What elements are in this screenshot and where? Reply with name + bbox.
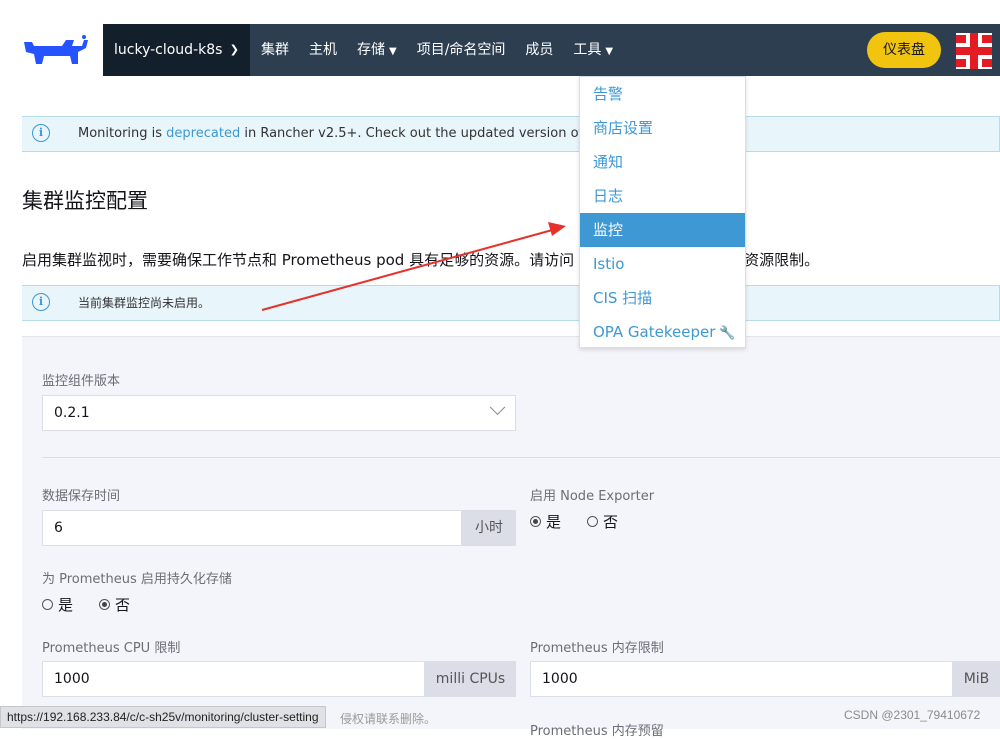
cpu-limit-label: Prometheus CPU 限制 xyxy=(42,641,181,656)
radio-dot xyxy=(587,516,599,527)
menu-item-monitoring[interactable]: 监控 xyxy=(580,213,745,247)
menu-item-logging[interactable]: 日志 xyxy=(580,179,745,213)
radio-dot xyxy=(99,599,111,610)
nav-item-storage[interactable]: 存储 ▼ xyxy=(347,24,407,76)
node-exporter-label: 启用 Node Exporter xyxy=(530,489,655,504)
nav-item-tools[interactable]: 工具 ▼ xyxy=(563,24,623,76)
menu-item-alerts[interactable]: 告警 xyxy=(580,77,745,111)
banner-suffix: in Rancher v2.5+. Check out the updated … xyxy=(240,126,588,141)
deprecated-link[interactable]: deprecated xyxy=(166,126,240,141)
menu-item-opa-gatekeeper[interactable]: OPA Gatekeeper 🔧 xyxy=(580,315,745,349)
description-start: 启用集群监视时，需要确保工作节点和 Prometheus pod 具有足够的资源… xyxy=(22,251,575,269)
memory-limit-input[interactable]: 1000 xyxy=(530,661,953,697)
banner-text: Monitoring is deprecated in Rancher v2.5… xyxy=(78,117,593,151)
chevron-down-icon xyxy=(489,399,506,416)
retention-label: 数据保存时间 xyxy=(42,489,121,504)
experimental-icon: 🔧 xyxy=(719,326,736,341)
nav-label: 成员 xyxy=(525,42,554,58)
tools-dropdown-menu: 告警 商店设置 通知 日志 监控 Istio CIS 扫描 OPA Gateke… xyxy=(579,76,746,348)
info-icon: i xyxy=(32,124,50,142)
radio-dot xyxy=(530,516,541,527)
rancher-logo[interactable] xyxy=(0,24,103,76)
browser-status-url: https://192.168.233.84/c/c-sh25v/monitor… xyxy=(0,706,326,728)
memory-limit-unit: MiB xyxy=(953,661,1000,697)
info-icon: i xyxy=(32,293,50,311)
nav-item-cluster[interactable]: 集群 xyxy=(251,24,299,76)
nav-label: 工具 xyxy=(573,42,602,58)
nav-item-nodes[interactable]: 主机 xyxy=(299,24,347,76)
radio-label: 否 xyxy=(603,513,619,531)
deprecation-banner: i Monitoring is deprecated in Rancher v2… xyxy=(22,116,1000,152)
radio-label: 否 xyxy=(115,596,131,614)
main-nav: 集群 主机 存储 ▼ 项目/命名空间 成员 工具 ▼ xyxy=(251,24,623,76)
top-nav-bar: lucky-cloud-k8s ❯ 集群 主机 存储 ▼ 项目/命名空间 成员 工… xyxy=(0,24,1000,76)
nav-item-members[interactable]: 成员 xyxy=(515,24,563,76)
section-divider xyxy=(42,457,1000,458)
status-banner: i 当前集群监控尚未启用。 xyxy=(22,285,1000,321)
rancher-cow-icon xyxy=(24,35,88,64)
node-exporter-radio-group: 是 否 xyxy=(530,511,618,532)
persistent-yes-radio[interactable]: 是 xyxy=(42,594,73,615)
nav-label: 主机 xyxy=(309,42,337,58)
persistent-no-radio[interactable]: 否 xyxy=(99,594,130,615)
radio-label: 是 xyxy=(546,513,562,531)
nav-label: 集群 xyxy=(261,42,289,58)
memory-limit-label: Prometheus 内存限制 xyxy=(530,641,664,656)
page-title: 集群监控配置 xyxy=(22,189,148,213)
menu-item-catalogs[interactable]: 商店设置 xyxy=(580,111,745,145)
retention-input[interactable]: 6 xyxy=(42,510,462,546)
nav-label: 存储 xyxy=(357,42,385,58)
copyright-notice: 侵权请联系删除。 xyxy=(340,712,437,726)
version-label: 监控组件版本 xyxy=(42,374,121,389)
persistent-storage-label: 为 Prometheus 启用持久化存储 xyxy=(42,572,232,587)
cpu-limit-input[interactable]: 1000 xyxy=(42,661,425,697)
nav-item-projects[interactable]: 项目/命名空间 xyxy=(407,24,516,76)
dashboard-button[interactable]: 仪表盘 xyxy=(867,32,941,68)
chevron-down-icon: ▼ xyxy=(605,46,614,57)
node-exporter-yes-radio[interactable]: 是 xyxy=(530,511,561,532)
cluster-switcher[interactable]: lucky-cloud-k8s ❯ xyxy=(103,24,250,76)
version-select[interactable]: 0.2.1 xyxy=(42,395,516,431)
node-exporter-no-radio[interactable]: 否 xyxy=(587,511,618,532)
menu-item-istio[interactable]: Istio xyxy=(580,247,745,281)
csdn-watermark: CSDN @2301_79410672 xyxy=(844,708,981,722)
status-text: 当前集群监控尚未启用。 xyxy=(78,296,211,310)
menu-item-cis-scan[interactable]: CIS 扫描 xyxy=(580,281,745,315)
menu-item-notifiers[interactable]: 通知 xyxy=(580,145,745,179)
radio-label: 是 xyxy=(58,596,74,614)
radio-dot xyxy=(42,599,53,610)
cluster-name: lucky-cloud-k8s xyxy=(114,42,223,58)
cpu-limit-unit: milli CPUs xyxy=(425,661,516,697)
persistent-storage-radio-group: 是 否 xyxy=(42,594,130,615)
chevron-down-icon: ▼ xyxy=(389,46,397,57)
menu-item-label: OPA Gatekeeper xyxy=(593,323,716,341)
chevron-down-icon: ❯ xyxy=(229,43,239,56)
banner-prefix: Monitoring is xyxy=(78,126,167,141)
version-value: 0.2.1 xyxy=(54,405,90,421)
user-avatar[interactable] xyxy=(956,33,992,69)
nav-label: 项目/命名空间 xyxy=(416,42,506,58)
memory-reserve-label: Prometheus 内存预留 xyxy=(530,724,664,739)
retention-unit: 小时 xyxy=(462,510,516,546)
